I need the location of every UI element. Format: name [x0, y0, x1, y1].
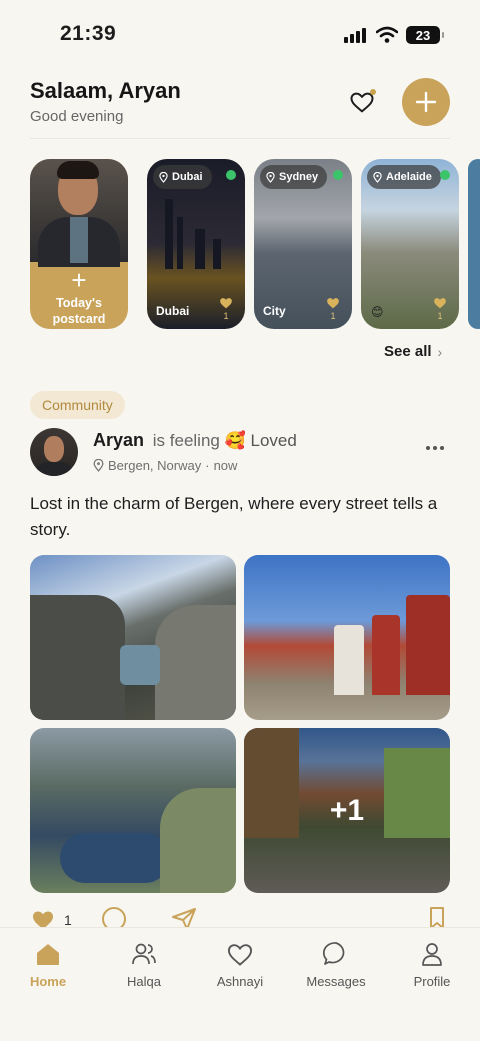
story-card-sydney[interactable]: Sydney City 1: [254, 159, 352, 329]
post-caption: Lost in the charm of Bergen, where every…: [30, 494, 438, 539]
location-pin-icon: [159, 171, 168, 183]
author-name[interactable]: Aryan: [93, 430, 144, 450]
battery-indicator: 23: [406, 26, 444, 44]
greeting-subtitle: Good evening: [30, 108, 124, 125]
postcard-carousel[interactable]: + Today's postcard Dubai Dubai 1 Sydney …: [0, 159, 480, 331]
like-count: 1: [64, 912, 72, 928]
post-location: Bergen, Norway: [108, 458, 202, 473]
feeling-prefix: is feeling: [152, 431, 220, 450]
story-caption: Dubai: [156, 304, 190, 318]
mood-emoji: 🥰: [224, 431, 246, 450]
mood-label: Loved: [250, 431, 297, 450]
story-likes: 1: [218, 296, 234, 321]
heart-icon: [227, 944, 253, 966]
status-bar: 21:39 23: [0, 0, 480, 70]
person-icon: [422, 943, 442, 966]
story-card-adelaide[interactable]: Adelaide 😊 1: [361, 159, 459, 329]
people-icon: [132, 943, 156, 965]
tab-profile[interactable]: Profile: [392, 940, 472, 989]
post-meta: Bergen, Norway · now: [93, 458, 237, 473]
add-postcard-icon: +: [71, 265, 87, 295]
story-caption: City: [263, 304, 286, 318]
story-likes: 1: [325, 296, 341, 321]
header-divider: [30, 138, 450, 139]
story-card-dubai[interactable]: Dubai Dubai 1: [147, 159, 245, 329]
photo-grid: +1: [30, 555, 450, 893]
see-all-link[interactable]: See all ›: [384, 343, 442, 360]
heart-filled-icon: [434, 298, 446, 309]
post-time: now: [213, 458, 238, 473]
post-photo-3[interactable]: [30, 728, 236, 893]
location-pin-icon: [373, 171, 382, 183]
location-pin-icon: [93, 459, 104, 472]
online-indicator: [440, 170, 450, 180]
cellular-signal-icon: [344, 28, 366, 43]
heart-filled-icon: [220, 298, 232, 309]
user-photo: [30, 159, 128, 267]
location-pin-icon: [266, 171, 275, 183]
tab-halqa[interactable]: Halqa: [104, 940, 184, 989]
post-photo-1[interactable]: [30, 555, 236, 720]
post-photo-2[interactable]: [244, 555, 450, 720]
status-time: 21:39: [60, 22, 117, 45]
post-header: Aryan is feeling 🥰 Loved Bergen, Norway …: [30, 428, 450, 478]
add-button[interactable]: [402, 78, 450, 126]
story-likes: 1: [432, 296, 448, 321]
bottom-tab-bar: Home Halqa Ashnayi Messages Profile: [0, 927, 480, 1041]
wifi-icon: [376, 26, 398, 43]
post-photo-4[interactable]: +1: [244, 728, 450, 893]
plus-icon: [415, 91, 437, 113]
heart-filled-icon: [327, 298, 339, 309]
postcard-label: Today's postcard: [52, 296, 106, 326]
online-indicator: [333, 170, 343, 180]
community-tag[interactable]: Community: [30, 391, 125, 419]
story-card-partial[interactable]: [468, 159, 480, 329]
tab-ashnayi[interactable]: Ashnayi: [200, 940, 280, 989]
story-emoji: 😊: [371, 305, 384, 319]
favorites-button[interactable]: [348, 88, 378, 118]
more-options-icon[interactable]: [426, 446, 444, 450]
greeting-title: Salaam, Aryan: [30, 78, 181, 103]
greeting-block: Salaam, Aryan Good evening: [30, 78, 181, 125]
notification-dot: [370, 89, 376, 95]
location-chip: Dubai: [153, 165, 212, 189]
location-chip: Sydney: [260, 165, 328, 189]
home-icon: [37, 944, 59, 965]
chevron-right-icon: ›: [437, 343, 443, 360]
post-author-line: Aryan is feeling 🥰 Loved: [93, 430, 297, 451]
todays-postcard-card[interactable]: + Today's postcard: [30, 159, 128, 329]
more-photos-overlay[interactable]: +1: [244, 728, 450, 893]
online-indicator: [226, 170, 236, 180]
chat-icon: [322, 942, 345, 965]
tab-home[interactable]: Home: [8, 940, 88, 989]
location-chip: Adelaide: [367, 165, 441, 189]
tab-messages[interactable]: Messages: [296, 940, 376, 989]
author-avatar[interactable]: [30, 428, 78, 476]
